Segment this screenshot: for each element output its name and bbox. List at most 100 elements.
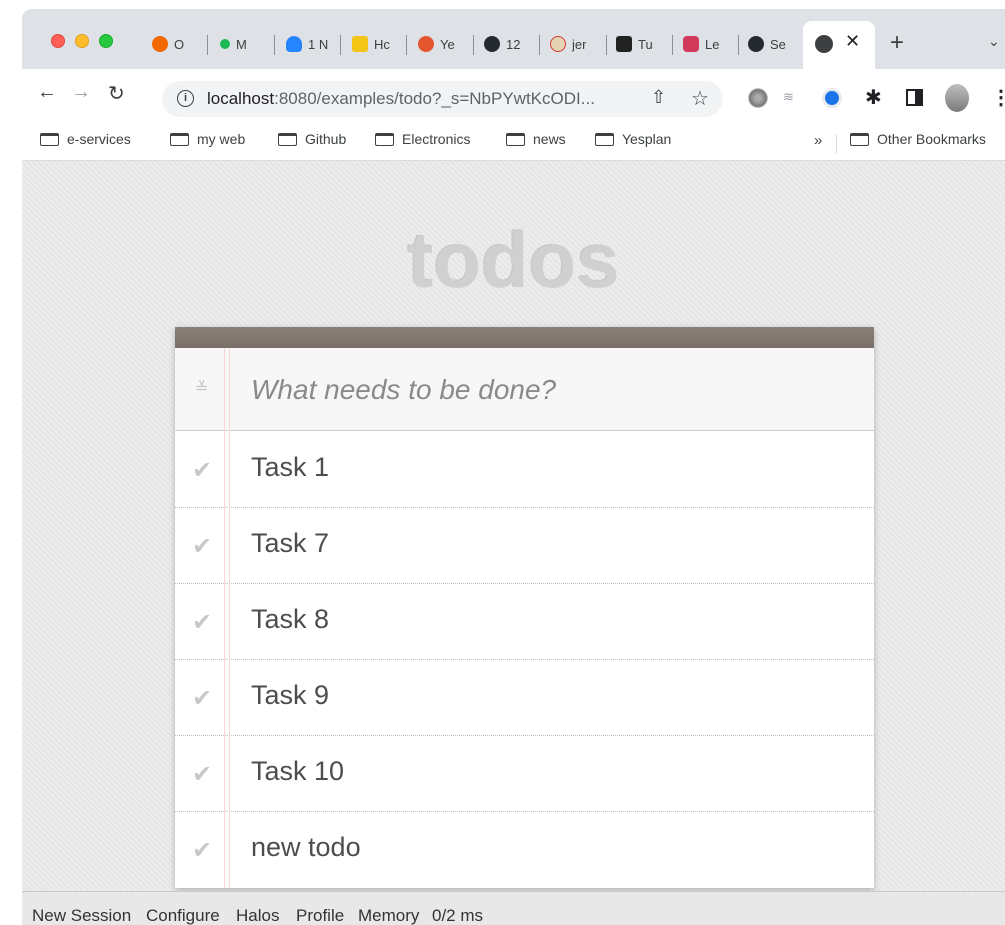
folder-icon — [506, 132, 525, 146]
bookmarks-overflow-button[interactable]: » — [814, 132, 822, 149]
github-icon — [748, 36, 764, 52]
tab-active[interactable]: ✕ — [803, 21, 875, 69]
extension-password-icon[interactable] — [822, 88, 842, 108]
bookmark-label: my web — [197, 131, 246, 147]
info-icon[interactable]: i — [177, 90, 194, 107]
extension-gear-icon[interactable] — [748, 88, 768, 108]
todo-item[interactable]: ✔ new todo — [175, 812, 874, 888]
tab-tutorial[interactable]: Tu — [616, 29, 666, 59]
tab-search-chevron-icon[interactable]: ⌄ — [988, 33, 1000, 50]
bookmark-label: Electronics — [402, 131, 471, 147]
timing-readout: 0/2 ms — [432, 906, 484, 925]
tab-sourcetree[interactable]: 1 N — [286, 29, 336, 59]
tab-label: O — [174, 36, 185, 52]
tab-separator — [606, 35, 607, 55]
bookmark-news[interactable]: news — [506, 131, 566, 147]
dev-toolbar: New Session Configure Halos Profile Memo… — [22, 891, 1005, 925]
folder-icon — [278, 132, 297, 146]
globe-icon — [815, 35, 833, 53]
close-tab-icon[interactable]: ✕ — [845, 31, 860, 52]
tab-github-1[interactable]: 12 — [484, 29, 534, 59]
tab-label: Le — [705, 36, 720, 52]
app-title: todos — [407, 216, 620, 304]
todo-label[interactable]: Task 9 — [251, 680, 329, 711]
configure-link[interactable]: Configure — [146, 906, 220, 925]
todo-label[interactable]: Task 7 — [251, 528, 329, 559]
window-maximize-button[interactable] — [99, 34, 113, 48]
yesplan-icon — [418, 36, 434, 52]
tab-separator — [406, 35, 407, 55]
tab-grafana[interactable]: O — [152, 29, 202, 59]
tab-github-2[interactable]: Se — [748, 29, 798, 59]
todo-item[interactable]: ✔ Task 1 — [175, 432, 874, 508]
extension-translate-icon[interactable]: ≋ — [783, 89, 803, 109]
checkmark-icon[interactable]: ✔ — [192, 684, 212, 713]
browser-toolbar: ← → ↻ i localhost:8080/examples/todo?_s=… — [22, 69, 1005, 126]
todo-item[interactable]: ✔ Task 9 — [175, 660, 874, 736]
todo-label[interactable]: Task 8 — [251, 604, 329, 635]
url-text[interactable]: localhost:8080/examples/todo?_s=NbPYwtKc… — [207, 89, 595, 109]
todo-label[interactable]: new todo — [251, 832, 361, 863]
checkmark-icon[interactable]: ✔ — [192, 456, 212, 485]
tab-label: Hc — [374, 36, 390, 52]
yellow-app-icon — [352, 36, 368, 52]
tab-label: M — [236, 36, 247, 52]
browser-window: O M 1 N Hc Ye 12 jer Tu Le Se ✕ + ⌄ ← → … — [22, 9, 1005, 925]
extensions-puzzle-icon[interactable]: ✱ — [865, 85, 885, 109]
window-minimize-button[interactable] — [75, 34, 89, 48]
share-icon[interactable]: ⇧ — [651, 87, 666, 108]
tab-separator — [738, 35, 739, 55]
new-todo-row: ≚ — [175, 348, 874, 431]
tab-jenkins[interactable]: jer — [550, 29, 600, 59]
tab-label: jer — [572, 36, 587, 52]
new-session-link[interactable]: New Session — [32, 906, 131, 925]
kebab-menu-icon[interactable]: ⋮ — [991, 85, 1005, 110]
todo-label[interactable]: Task 1 — [251, 452, 329, 483]
memory-link[interactable]: Memory — [358, 906, 419, 925]
bookmark-my-web[interactable]: my web — [170, 131, 245, 147]
todo-item[interactable]: ✔ Task 10 — [175, 736, 874, 812]
halos-link[interactable]: Halos — [236, 906, 279, 925]
todo-list: ✔ Task 1 ✔ Task 7 ✔ Task 8 ✔ Task 9 ✔ Task 10… — [175, 432, 874, 888]
todo-app: ≚ ✔ Task 1 ✔ Task 7 ✔ Task 8 ✔ Task 9 ✔ Task … — [175, 327, 874, 888]
tab-green[interactable]: M — [220, 29, 270, 59]
side-panel-icon[interactable] — [906, 89, 923, 106]
notebook-margin-lines — [224, 348, 230, 888]
folder-icon — [40, 132, 59, 146]
bookmark-other[interactable]: Other Bookmarks — [850, 131, 986, 147]
new-tab-button[interactable]: + — [890, 29, 904, 57]
folder-icon — [850, 132, 869, 146]
todo-item[interactable]: ✔ Task 8 — [175, 584, 874, 660]
forward-arrow-icon[interactable]: → — [71, 81, 91, 104]
tab-label: 12 — [506, 36, 521, 52]
new-todo-input[interactable] — [251, 370, 851, 410]
tab-yesplan[interactable]: Ye — [418, 29, 468, 59]
bookmark-yesplan[interactable]: Yesplan — [595, 131, 671, 147]
tab-yellow[interactable]: Hc — [352, 29, 402, 59]
bookmark-star-icon[interactable]: ☆ — [691, 86, 709, 111]
todo-header-bar — [175, 327, 874, 348]
bookmark-github[interactable]: Github — [278, 131, 346, 147]
profile-link[interactable]: Profile — [296, 906, 344, 925]
url-path: :8080/examples/todo?_s=NbPYwtKcODI... — [274, 89, 595, 108]
checkmark-icon[interactable]: ✔ — [192, 532, 212, 561]
bookmark-electronics[interactable]: Electronics — [375, 131, 470, 147]
reload-icon[interactable]: ↻ — [108, 81, 125, 106]
folder-icon — [375, 132, 394, 146]
profile-avatar[interactable] — [945, 84, 969, 112]
checkmark-icon[interactable]: ✔ — [192, 760, 212, 789]
checkmark-icon[interactable]: ✔ — [192, 836, 212, 865]
toggle-all-chevron-icon[interactable]: ≚ — [195, 378, 208, 398]
todo-item[interactable]: ✔ Task 7 — [175, 508, 874, 584]
checkmark-icon[interactable]: ✔ — [192, 608, 212, 637]
todo-label[interactable]: Task 10 — [251, 756, 344, 787]
bookmark-e-services[interactable]: e-services — [40, 131, 131, 147]
tab-label: Se — [770, 36, 786, 52]
address-bar[interactable]: i localhost:8080/examples/todo?_s=NbPYwt… — [162, 81, 723, 117]
window-close-button[interactable] — [51, 34, 65, 48]
tab-separator — [340, 35, 341, 55]
tutorial-icon — [616, 36, 632, 52]
back-arrow-icon[interactable]: ← — [37, 81, 57, 104]
tab-gem[interactable]: Le — [683, 29, 733, 59]
jenkins-icon — [550, 36, 566, 52]
